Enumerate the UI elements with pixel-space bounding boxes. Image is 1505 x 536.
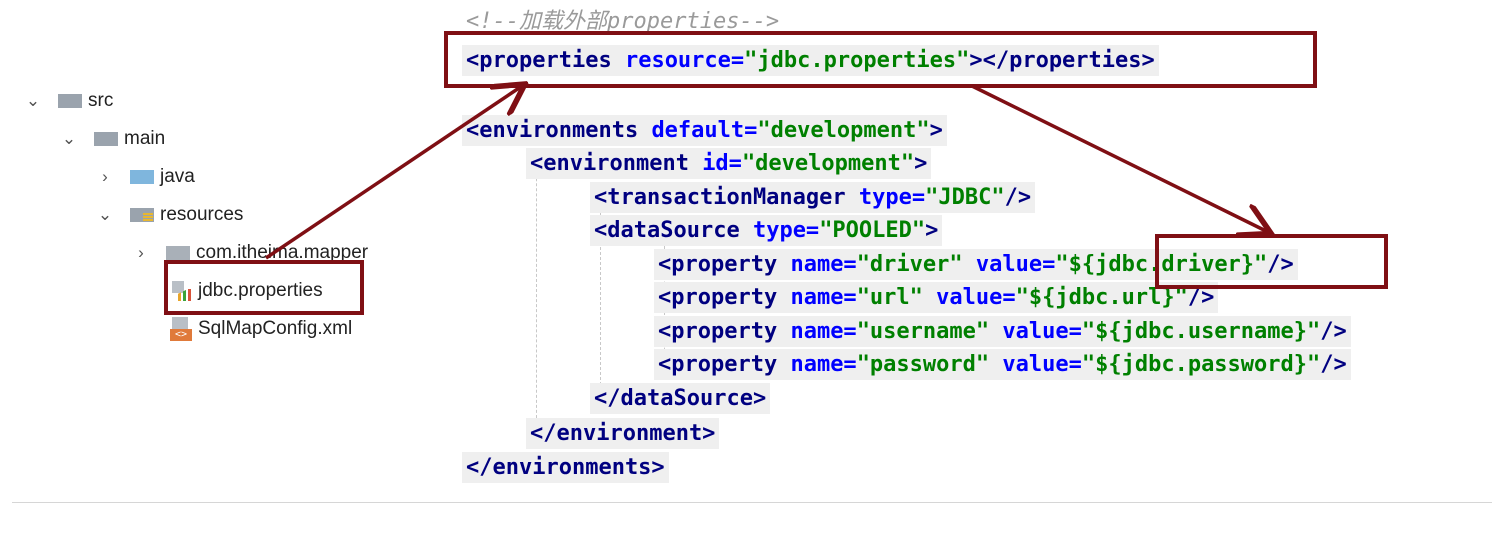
annotation-arrows bbox=[265, 0, 1505, 260]
divider-line bbox=[12, 502, 1492, 503]
arrow-properties-to-driver bbox=[971, 84, 1268, 232]
arrow-file-to-properties bbox=[265, 86, 522, 260]
